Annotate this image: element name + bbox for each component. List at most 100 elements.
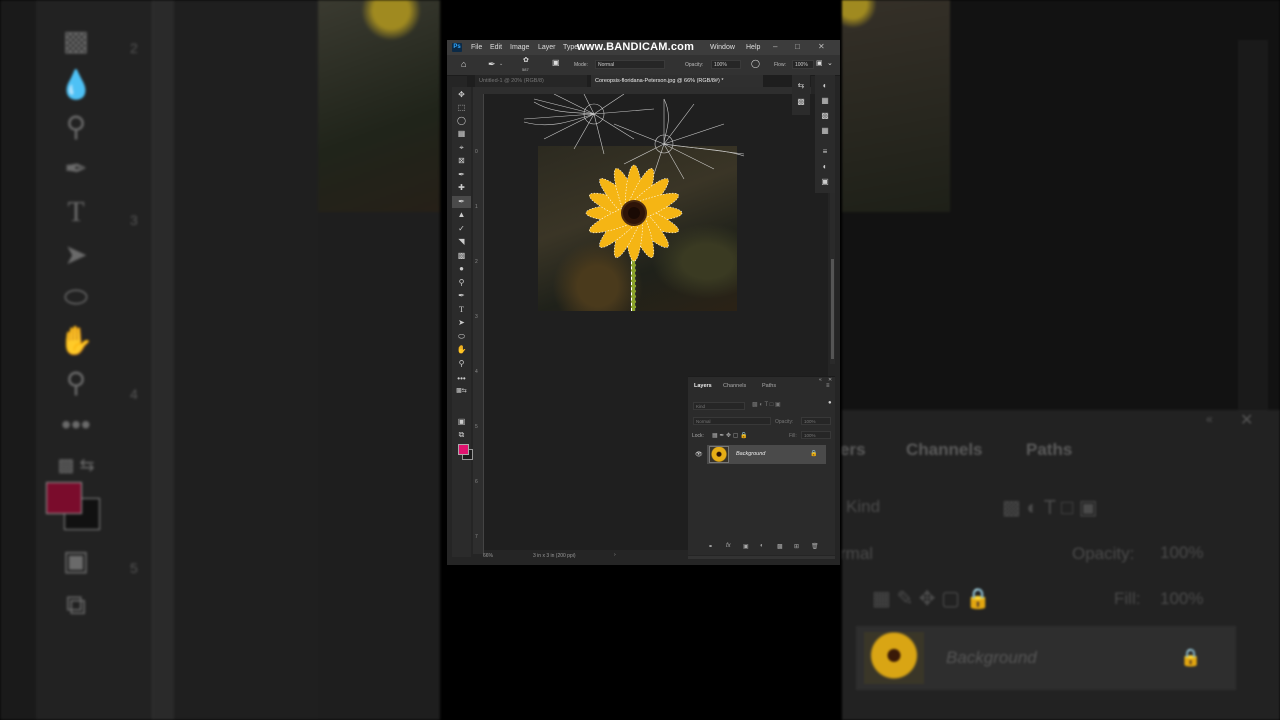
zoomed-ruler-number: 2 [130,40,138,56]
more-tools-icon[interactable]: ••• [452,373,471,385]
photoshop-logo: Ps [452,43,462,52]
chevron-down-icon[interactable]: ⌄ [827,59,833,67]
fill-input[interactable]: 100% [801,431,831,439]
comment-icon[interactable]: ▩ [796,97,806,107]
foreground-color-swatch[interactable] [458,444,469,455]
patterns-icon[interactable]: ▦ [820,126,830,136]
zoomed-tab-paths: Paths [1026,440,1073,459]
menu-image[interactable]: Image [510,44,529,51]
properties-icon[interactable]: ≡ [820,147,830,157]
close-icon[interactable]: ✕ [818,42,825,51]
filter-icons[interactable]: ▩ ◐ T □ ▣ [752,401,781,411]
blend-mode-select[interactable]: Normal [693,417,771,425]
brush-settings-icon[interactable]: ▣ [552,58,560,67]
swatches-icon[interactable]: ▦ [820,96,830,106]
folder-icon[interactable]: ▩ [777,543,783,550]
adjustment-icon[interactable]: ◐ [760,543,764,549]
menu-help[interactable]: Help [746,44,760,51]
path-select-icon[interactable]: ➤ [452,317,471,329]
dodge-icon[interactable]: ⚲ [452,277,471,289]
menu-edit[interactable]: Edit [490,44,502,51]
layer-row-background[interactable]: Background 🔒 [707,445,826,464]
brush-tool-icon[interactable]: ✒ [452,196,471,208]
move-tool-icon[interactable]: ✥ [452,89,471,101]
filter-toggle-icon[interactable]: ● [828,400,832,410]
eyedropper-icon[interactable]: ✒ [452,169,471,181]
healing-brush-icon[interactable]: ✚ [452,182,471,194]
adjustments-icon[interactable]: ⇆ [796,81,806,91]
minimize-icon[interactable]: – [773,42,777,51]
brush-preset-icon[interactable]: ✿ [523,56,529,64]
menu-type[interactable]: Type [563,44,578,51]
collapse-icon[interactable]: « [819,377,822,383]
menu-window[interactable]: Window [710,44,735,51]
zoomed-foreground-swatch [46,482,82,514]
mode-label: Mode: [574,62,588,68]
ellipse-tool-icon[interactable]: ⬭ [452,331,471,343]
history-brush-icon[interactable]: ✓ [452,223,471,235]
visibility-eye-icon[interactable]: 👁 [695,451,703,458]
panel-menu-icon[interactable]: ≡ [826,383,830,389]
zoom-tool-icon[interactable]: ⚲ [452,358,471,370]
mode-select[interactable]: Normal [595,60,665,69]
marquee-tool-icon[interactable]: ⬚ [452,102,471,114]
fx-icon[interactable]: fx [726,543,731,549]
crop-tool-icon[interactable]: ⌖ [452,142,471,154]
zoomed-ruler [152,0,175,720]
zoomed-layer-name: Background [946,648,1037,667]
type-tool-icon[interactable]: T [452,304,471,316]
clone-stamp-icon[interactable]: ▲ [452,209,471,221]
menu-layer[interactable]: Layer [538,44,556,51]
pen-icon[interactable]: ✒ [452,290,471,302]
zoom-level[interactable]: 66% [483,553,493,559]
tab-coreopsis[interactable]: Coreopsis-floridana-Peterson.jpg @ 66% (… [591,75,763,87]
background-zoom-right: « ✕ ers Channels Paths Kind ▩ ◐ T □ ▣ rm… [842,0,1280,720]
horizontal-scrollbar[interactable] [688,556,835,559]
color-wheel-icon[interactable]: ◐ [820,81,830,91]
maximize-icon[interactable]: □ [795,42,800,51]
swap-colors-icon[interactable]: ▩⇆ [452,385,471,397]
gradient-icon[interactable]: ▩ [452,250,471,262]
brush-size: 587 [522,67,529,72]
object-select-icon[interactable]: ▦ [452,128,471,140]
zoomed-gradient-icon: ▩ [62,25,90,56]
home-icon[interactable]: ⌂ [461,59,466,69]
blend-mode-value: Normal [696,419,711,424]
eraser-icon[interactable]: ◥ [452,236,471,248]
lock-icons[interactable]: ▦ ✒ ✥ ▢ 🔒 [712,432,748,442]
mask-icon[interactable]: ▣ [743,543,749,550]
adjustments-layer-icon[interactable]: ◐ [820,162,830,172]
link-icon[interactable]: ⚭ [708,543,713,550]
pressure-opacity-icon[interactable]: ◯ [751,59,760,68]
new-layer-icon[interactable]: ⊞ [794,543,799,550]
libraries-icon[interactable]: ▣ [820,177,830,187]
ruler-tick: 0 [475,149,478,155]
screen-mode-icon[interactable]: ⧉ [452,429,471,441]
frame-tool-icon[interactable]: ⊠ [452,155,471,167]
flow-input[interactable]: 100% [792,60,814,69]
chevron-down-icon[interactable]: ⌄ [499,61,503,67]
airbrush-icon[interactable]: ▣ [816,59,823,67]
layers-footer: ⚭ fx ▣ ◐ ▩ ⊞ 🗑 [703,543,833,552]
gradients-icon[interactable]: ▩ [820,111,830,121]
chevron-right-icon[interactable]: › [614,552,616,558]
blur-icon[interactable]: ● [452,263,471,275]
lock-label: Lock: [692,433,704,439]
lasso-tool-icon[interactable]: ◯ [452,115,471,127]
filter-kind-select[interactable]: Kind [693,402,745,410]
menu-file[interactable]: File [471,44,482,51]
brush-tool-icon[interactable]: ✒ [488,59,496,70]
tab-untitled[interactable]: Untitled-1 @ 20% (RGB/8) [475,75,587,87]
scrollbar-thumb[interactable] [831,259,834,359]
zoomed-tab-layers: ers [842,440,866,459]
quick-mask-icon[interactable]: ▣ [452,416,471,428]
opacity-input[interactable]: 100% [801,417,831,425]
zoomed-opacity-label: Opacity: [1072,544,1135,563]
tab-layers[interactable]: Layers [694,383,712,389]
zoomed-ruler-number: 3 [130,212,138,228]
tab-paths[interactable]: Paths [762,383,776,389]
trash-icon[interactable]: 🗑 [811,543,819,550]
tab-channels[interactable]: Channels [723,383,746,389]
hand-tool-icon[interactable]: ✋ [452,344,471,356]
opacity-input[interactable]: 100% [711,60,741,69]
